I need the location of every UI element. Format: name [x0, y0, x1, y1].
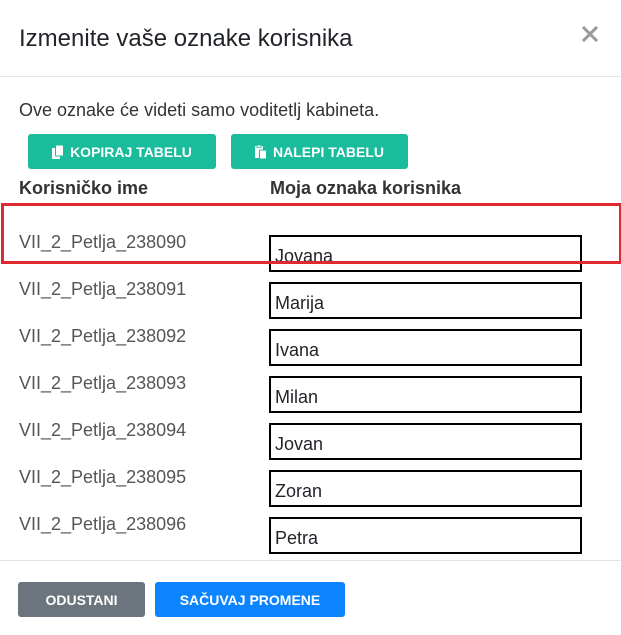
table-row: VII_2_Petlja_238093 — [0, 364, 621, 413]
dialog-title: Izmenite vaše oznake korisnika — [19, 25, 353, 52]
label-input[interactable] — [269, 235, 582, 272]
save-changes-button[interactable]: SAČUVAJ PROMENE — [155, 582, 345, 617]
username-cell: VII_2_Petlja_238091 — [19, 279, 187, 299]
dialog-body: Ove oznake će videti samo voditetlj kabi… — [0, 77, 621, 560]
copy-table-label: KOPIRAJ TABELU — [70, 143, 192, 160]
table-row: VII_2_Petlja_238096 — [0, 505, 621, 554]
username-cell: VII_2_Petlja_238095 — [19, 467, 187, 487]
label-input[interactable] — [269, 517, 582, 554]
paste-table-label: NALEPI TABELU — [273, 143, 384, 160]
label-input[interactable] — [269, 376, 582, 413]
copy-table-button[interactable]: KOPIRAJ TABELU — [28, 134, 216, 169]
username-cell: VII_2_Petlja_238096 — [19, 514, 187, 534]
cancel-button[interactable]: ODUSTANI — [18, 582, 145, 617]
table-row: VII_2_Petlja_238090 — [0, 223, 621, 272]
edit-labels-dialog: Izmenite vaše oznake korisnika Ove oznak… — [0, 0, 621, 635]
paste-table-button[interactable]: NALEPI TABELU — [231, 134, 408, 169]
intro-text: Ove oznake će videti samo voditetlj kabi… — [19, 100, 380, 120]
paste-icon — [255, 144, 268, 159]
label-column-header: Moja oznaka korisnika — [270, 178, 462, 198]
table-row: VII_2_Petlja_238092 — [0, 317, 621, 366]
username-cell: VII_2_Petlja_238094 — [19, 420, 187, 440]
table-row: VII_2_Petlja_238094 — [0, 411, 621, 460]
label-input[interactable] — [269, 329, 582, 366]
close-button[interactable] — [580, 22, 600, 46]
label-input[interactable] — [269, 282, 582, 319]
copy-icon — [52, 144, 65, 159]
dialog-header: Izmenite vaše oznake korisnika — [0, 0, 621, 77]
table-row: VII_2_Petlja_238091 — [0, 270, 621, 319]
username-cell: VII_2_Petlja_238092 — [19, 326, 187, 346]
close-icon — [581, 25, 599, 43]
label-input[interactable] — [269, 470, 582, 507]
username-column-header: Korisničko ime — [19, 178, 149, 198]
username-cell: VII_2_Petlja_238090 — [19, 232, 187, 252]
label-input[interactable] — [269, 423, 582, 460]
table-row: VII_2_Petlja_238095 — [0, 458, 621, 507]
username-cell: VII_2_Petlja_238093 — [19, 373, 187, 393]
dialog-footer: ODUSTANI SAČUVAJ PROMENE — [0, 560, 621, 635]
